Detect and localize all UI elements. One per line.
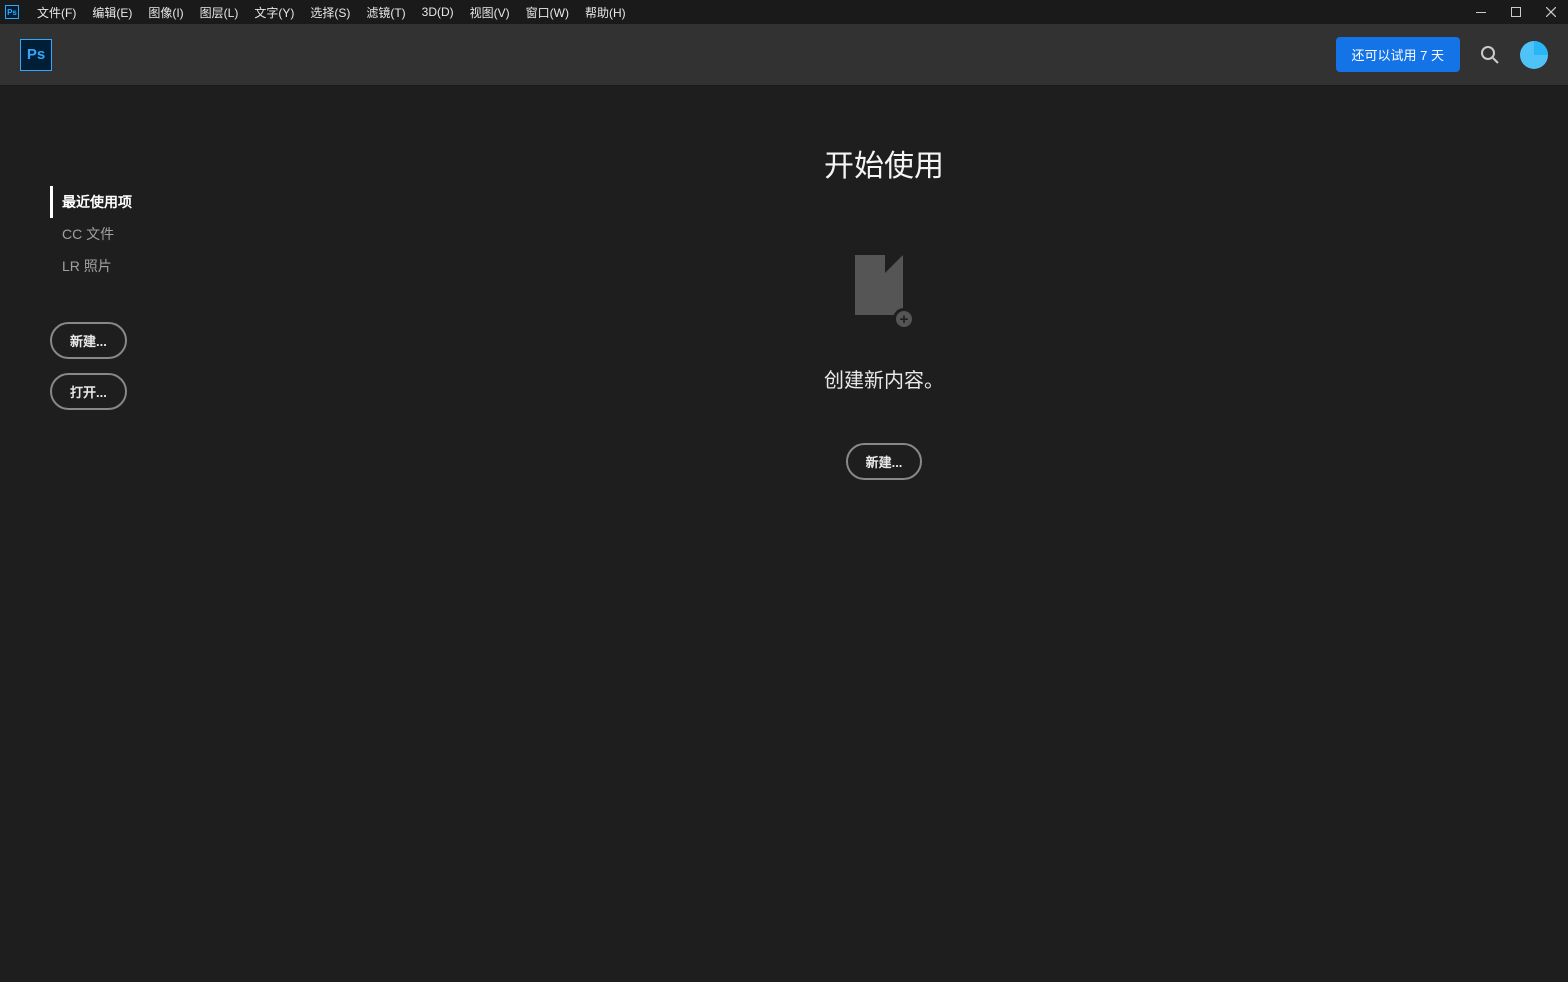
minimize-icon (1476, 12, 1486, 13)
new-document-icon: + (855, 255, 913, 330)
sidebar-item-cc-files[interactable]: CC 文件 (50, 218, 200, 250)
menu-filter[interactable]: 滤镜(T) (358, 0, 413, 24)
menu-select[interactable]: 选择(S) (302, 0, 358, 24)
titlebar: Ps 文件(F) 编辑(E) 图像(I) 图层(L) 文字(Y) 选择(S) 滤… (0, 0, 1568, 24)
menu-view[interactable]: 视图(V) (462, 0, 518, 24)
menubar: 文件(F) 编辑(E) 图像(I) 图层(L) 文字(Y) 选择(S) 滤镜(T… (29, 0, 634, 24)
topbar: Ps 还可以试用 7 天 (0, 24, 1568, 86)
main: 最近使用项 CC 文件 LR 照片 新建... 打开... 开始使用 + 创建新… (0, 86, 1568, 982)
topbar-right: 还可以试用 7 天 (1336, 37, 1548, 72)
search-icon (1480, 45, 1500, 65)
welcome-title: 开始使用 (824, 141, 944, 185)
maximize-icon (1511, 7, 1521, 17)
menu-layer[interactable]: 图层(L) (192, 0, 247, 24)
ps-logo-text: Ps (27, 46, 45, 63)
sidebar-open-button[interactable]: 打开... (50, 373, 127, 410)
menu-help[interactable]: 帮助(H) (577, 0, 634, 24)
menu-file[interactable]: 文件(F) (29, 0, 84, 24)
close-icon (1546, 7, 1556, 17)
plus-icon: + (893, 308, 915, 330)
ps-logo[interactable]: Ps (20, 39, 52, 71)
sidebar-item-lr-photos[interactable]: LR 照片 (50, 250, 200, 282)
app-icon-small: Ps (5, 5, 19, 19)
window-controls (1463, 0, 1568, 24)
menu-image[interactable]: 图像(I) (140, 0, 191, 24)
trial-button[interactable]: 还可以试用 7 天 (1336, 37, 1460, 72)
menu-window[interactable]: 窗口(W) (518, 0, 577, 24)
sidebar: 最近使用项 CC 文件 LR 照片 新建... 打开... (0, 86, 200, 982)
sidebar-list: 最近使用项 CC 文件 LR 照片 (50, 186, 200, 282)
sidebar-buttons: 新建... 打开... (50, 322, 200, 410)
sidebar-new-button[interactable]: 新建... (50, 322, 127, 359)
search-button[interactable] (1478, 43, 1502, 67)
menu-type[interactable]: 文字(Y) (246, 0, 302, 24)
create-new-text: 创建新内容。 (824, 364, 944, 393)
sidebar-item-recent[interactable]: 最近使用项 (50, 186, 200, 218)
close-button[interactable] (1533, 0, 1568, 24)
menu-3d[interactable]: 3D(D) (414, 0, 462, 24)
menu-edit[interactable]: 编辑(E) (84, 0, 140, 24)
minimize-button[interactable] (1463, 0, 1498, 24)
avatar[interactable] (1520, 41, 1548, 69)
maximize-button[interactable] (1498, 0, 1533, 24)
content-new-button[interactable]: 新建... (846, 443, 923, 480)
content: 开始使用 + 创建新内容。 新建... (200, 86, 1568, 982)
